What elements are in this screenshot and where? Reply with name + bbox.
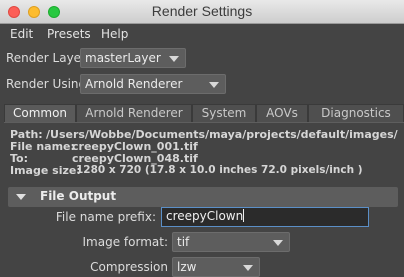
image-size-value: 1280 x 720 (17.8 x 10.0 inches 72.0 pixe… (76, 164, 363, 176)
file-name-prefix-input[interactable]: creepyClown (161, 207, 369, 227)
menu-presets[interactable]: Presets (47, 27, 91, 41)
render-using-dropdown[interactable]: Arnold Renderer (80, 74, 226, 94)
tab-aovs[interactable]: AOVs (256, 104, 308, 122)
tab-common[interactable]: Common (4, 104, 76, 122)
file-name-prefix-value: creepyClown (166, 209, 244, 223)
chevron-down-icon (243, 265, 253, 271)
compression-label: Compression (90, 260, 168, 274)
tab-system[interactable]: System (192, 104, 256, 122)
menu-edit[interactable]: Edit (10, 27, 33, 41)
render-using-label: Render Using (6, 77, 87, 91)
render-layer-dropdown[interactable]: masterLayer (80, 48, 186, 68)
compression-dropdown[interactable]: lzw (172, 257, 260, 277)
image-format-label: Image format: (82, 235, 168, 249)
title-bar: Render Settings (0, 0, 404, 24)
image-format-value: tif (177, 235, 190, 249)
chevron-down-icon (273, 240, 283, 246)
tab-arnold-renderer[interactable]: Arnold Renderer (76, 104, 192, 122)
render-layer-value: masterLayer (85, 51, 161, 65)
file-output-label: File Output (40, 189, 117, 203)
menu-bar: Edit Presets Help (0, 24, 404, 44)
chevron-down-icon (169, 56, 179, 62)
tab-diagnostics[interactable]: Diagnostics (308, 104, 404, 122)
collapse-triangle-icon (16, 194, 26, 200)
window-title: Render Settings (151, 3, 253, 19)
compression-value: lzw (177, 260, 197, 274)
chevron-down-icon (209, 82, 219, 88)
render-using-value: Arnold Renderer (85, 77, 183, 91)
menu-help[interactable]: Help (101, 27, 128, 41)
image-format-dropdown[interactable]: tif (172, 232, 290, 252)
file-output-section-header[interactable]: File Output (8, 187, 398, 207)
tab-bar: Common Arnold Renderer System AOVs Diagn… (4, 104, 404, 122)
render-layer-label: Render Layer (6, 51, 86, 65)
image-size-label: Image size: (10, 164, 81, 177)
text-cursor (243, 209, 245, 222)
file-name-prefix-label: File name prefix: (55, 210, 156, 224)
